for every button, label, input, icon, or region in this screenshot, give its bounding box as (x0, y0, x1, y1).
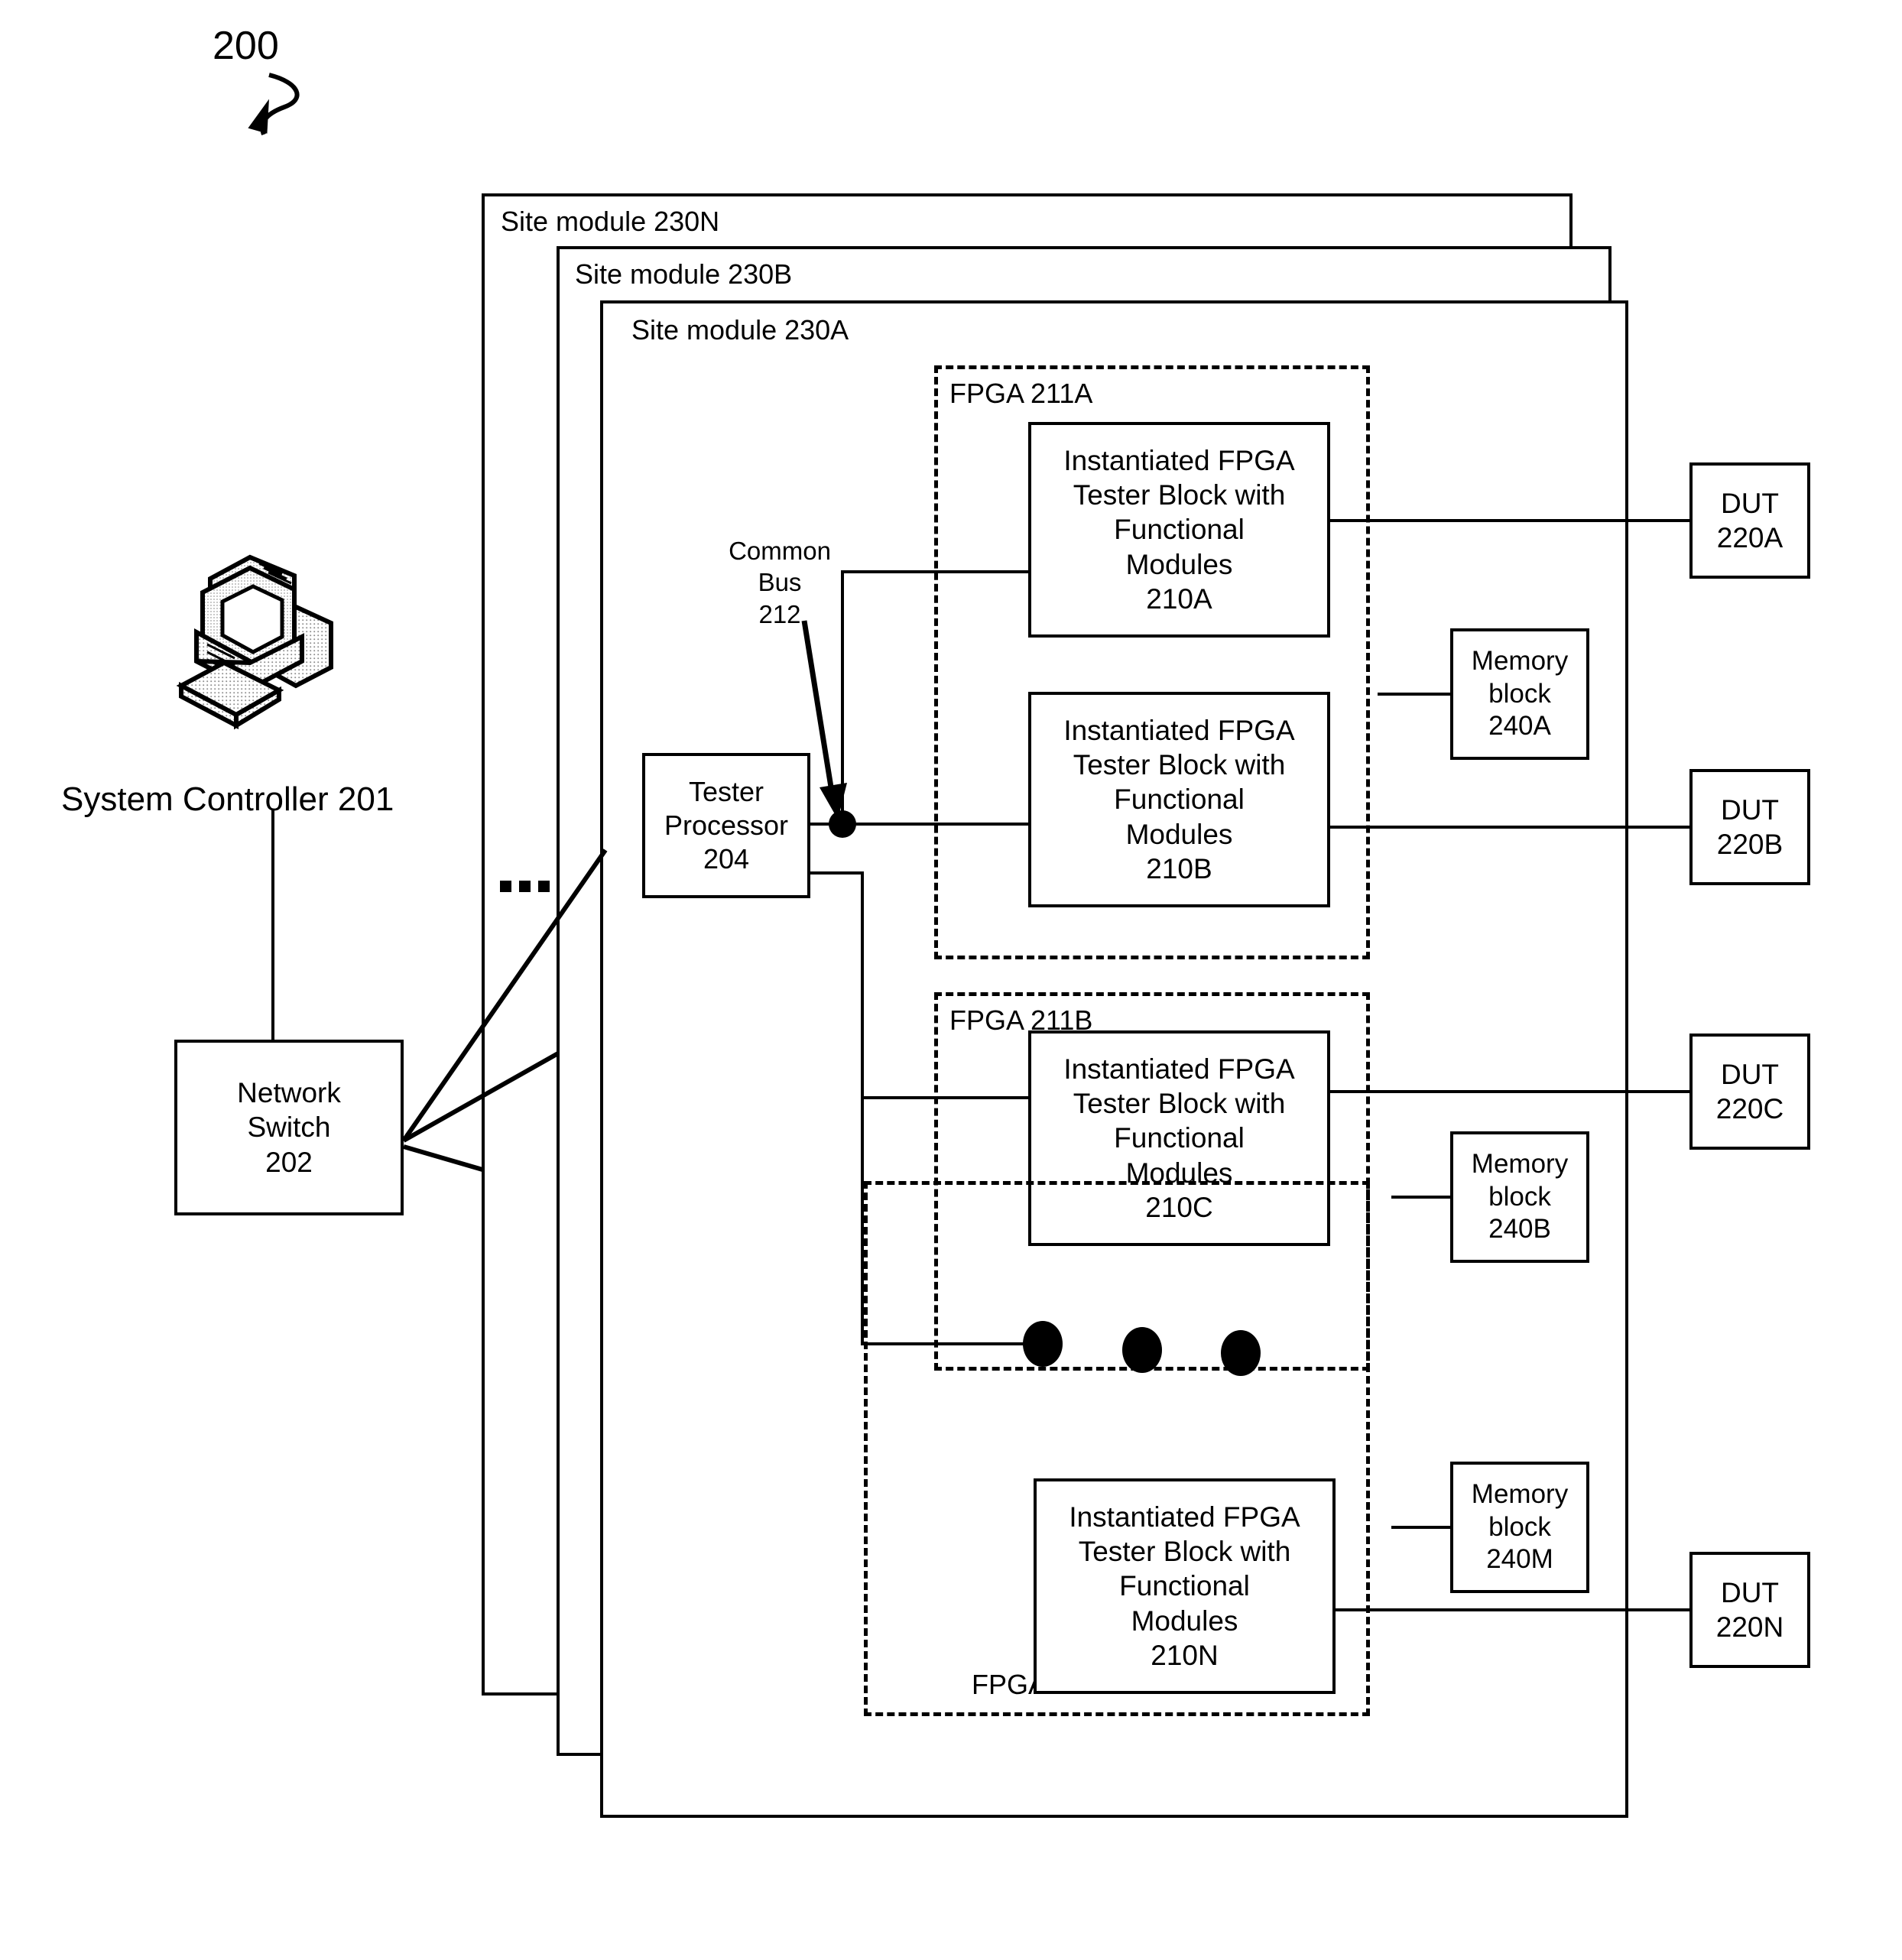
dut-220C[interactable]: DUT 220C (1689, 1034, 1810, 1150)
memory-block-240B[interactable]: Memory block 240B (1450, 1131, 1589, 1263)
memory-240A-line2: block (1488, 678, 1551, 709)
dut-220C-wire (1330, 1090, 1691, 1093)
dut-220C-line1: DUT (1720, 1058, 1780, 1090)
tester-block-210B-line5: 210B (1146, 852, 1212, 884)
tester-block-210N-line5: 210N (1151, 1639, 1219, 1671)
tester-block-210B-line1: Instantiated FPGA (1063, 715, 1295, 747)
processor-lower-out (810, 871, 864, 875)
dut-220A-line1: DUT (1720, 487, 1780, 519)
tester-block-210A-line4: Modules (1125, 548, 1233, 580)
fpga-211A-label: FPGA 211A (945, 380, 1098, 407)
dut-220A-wire (1330, 519, 1691, 522)
tester-block-210A-line2: Tester Block with (1073, 479, 1286, 511)
tester-block-210N[interactable]: Instantiated FPGA Tester Block with Func… (1034, 1478, 1336, 1694)
tester-block-210B[interactable]: Instantiated FPGA Tester Block with Func… (1028, 692, 1330, 907)
memory-240A-line1: Memory (1471, 645, 1569, 676)
tester-block-210N-line1: Instantiated FPGA (1069, 1501, 1300, 1533)
tester-block-210B-line3: Functional (1114, 784, 1245, 816)
dut-220N-wire (1336, 1608, 1691, 1611)
tester-block-210A-line3: Functional (1114, 514, 1245, 546)
memory-block-240A[interactable]: Memory block 240A (1450, 628, 1589, 760)
processor-to-bus-wire (810, 823, 841, 826)
memory-block-240M[interactable]: Memory block 240M (1450, 1462, 1589, 1593)
memory-240A-line3: 240A (1488, 711, 1551, 741)
dut-220N-line1: DUT (1720, 1576, 1780, 1608)
tester-block-210N-line4: Modules (1131, 1605, 1238, 1637)
memory-240A-wire (1378, 693, 1452, 696)
tester-block-210N-line3: Functional (1119, 1570, 1250, 1602)
dut-220N[interactable]: DUT 220N (1689, 1552, 1810, 1668)
dut-220B-line2: 220B (1716, 829, 1784, 860)
tester-block-210B-line4: Modules (1125, 818, 1233, 850)
memory-240B-line2: block (1488, 1181, 1551, 1212)
tester-block-210N-line2: Tester Block with (1078, 1536, 1291, 1568)
tester-block-210C-line3: Functional (1114, 1122, 1245, 1154)
tester-block-210C-line1: Instantiated FPGA (1063, 1053, 1295, 1085)
figure-canvas: 200 Site module 230N Site module 230B Si… (0, 0, 1902, 1960)
dut-220B[interactable]: DUT 220B (1689, 769, 1810, 885)
tester-block-210B-line2: Tester Block with (1073, 749, 1286, 781)
dut-220B-wire (1330, 826, 1691, 829)
tester-block-210A[interactable]: Instantiated FPGA Tester Block with Func… (1028, 422, 1330, 638)
memory-240B-wire (1391, 1196, 1452, 1199)
memory-240B-line3: 240B (1488, 1214, 1551, 1244)
memory-240M-line3: 240M (1486, 1544, 1553, 1575)
memory-240M-wire (1391, 1526, 1452, 1529)
dut-220N-line2: 220N (1715, 1611, 1784, 1643)
tester-block-210A-line5: 210A (1146, 582, 1212, 615)
dut-220A-line2: 220A (1716, 522, 1784, 553)
tester-block-210A-line1: Instantiated FPGA (1063, 445, 1295, 477)
memory-240M-line1: Memory (1471, 1478, 1569, 1509)
dut-220A[interactable]: DUT 220A (1689, 462, 1810, 579)
dut-220B-line1: DUT (1720, 793, 1780, 826)
memory-240B-line1: Memory (1471, 1148, 1569, 1179)
memory-240M-line2: block (1488, 1511, 1551, 1542)
dut-220C-line2: 220C (1715, 1093, 1784, 1124)
bus-trunk-upper (841, 570, 844, 824)
tester-block-210C-line2: Tester Block with (1073, 1088, 1286, 1120)
